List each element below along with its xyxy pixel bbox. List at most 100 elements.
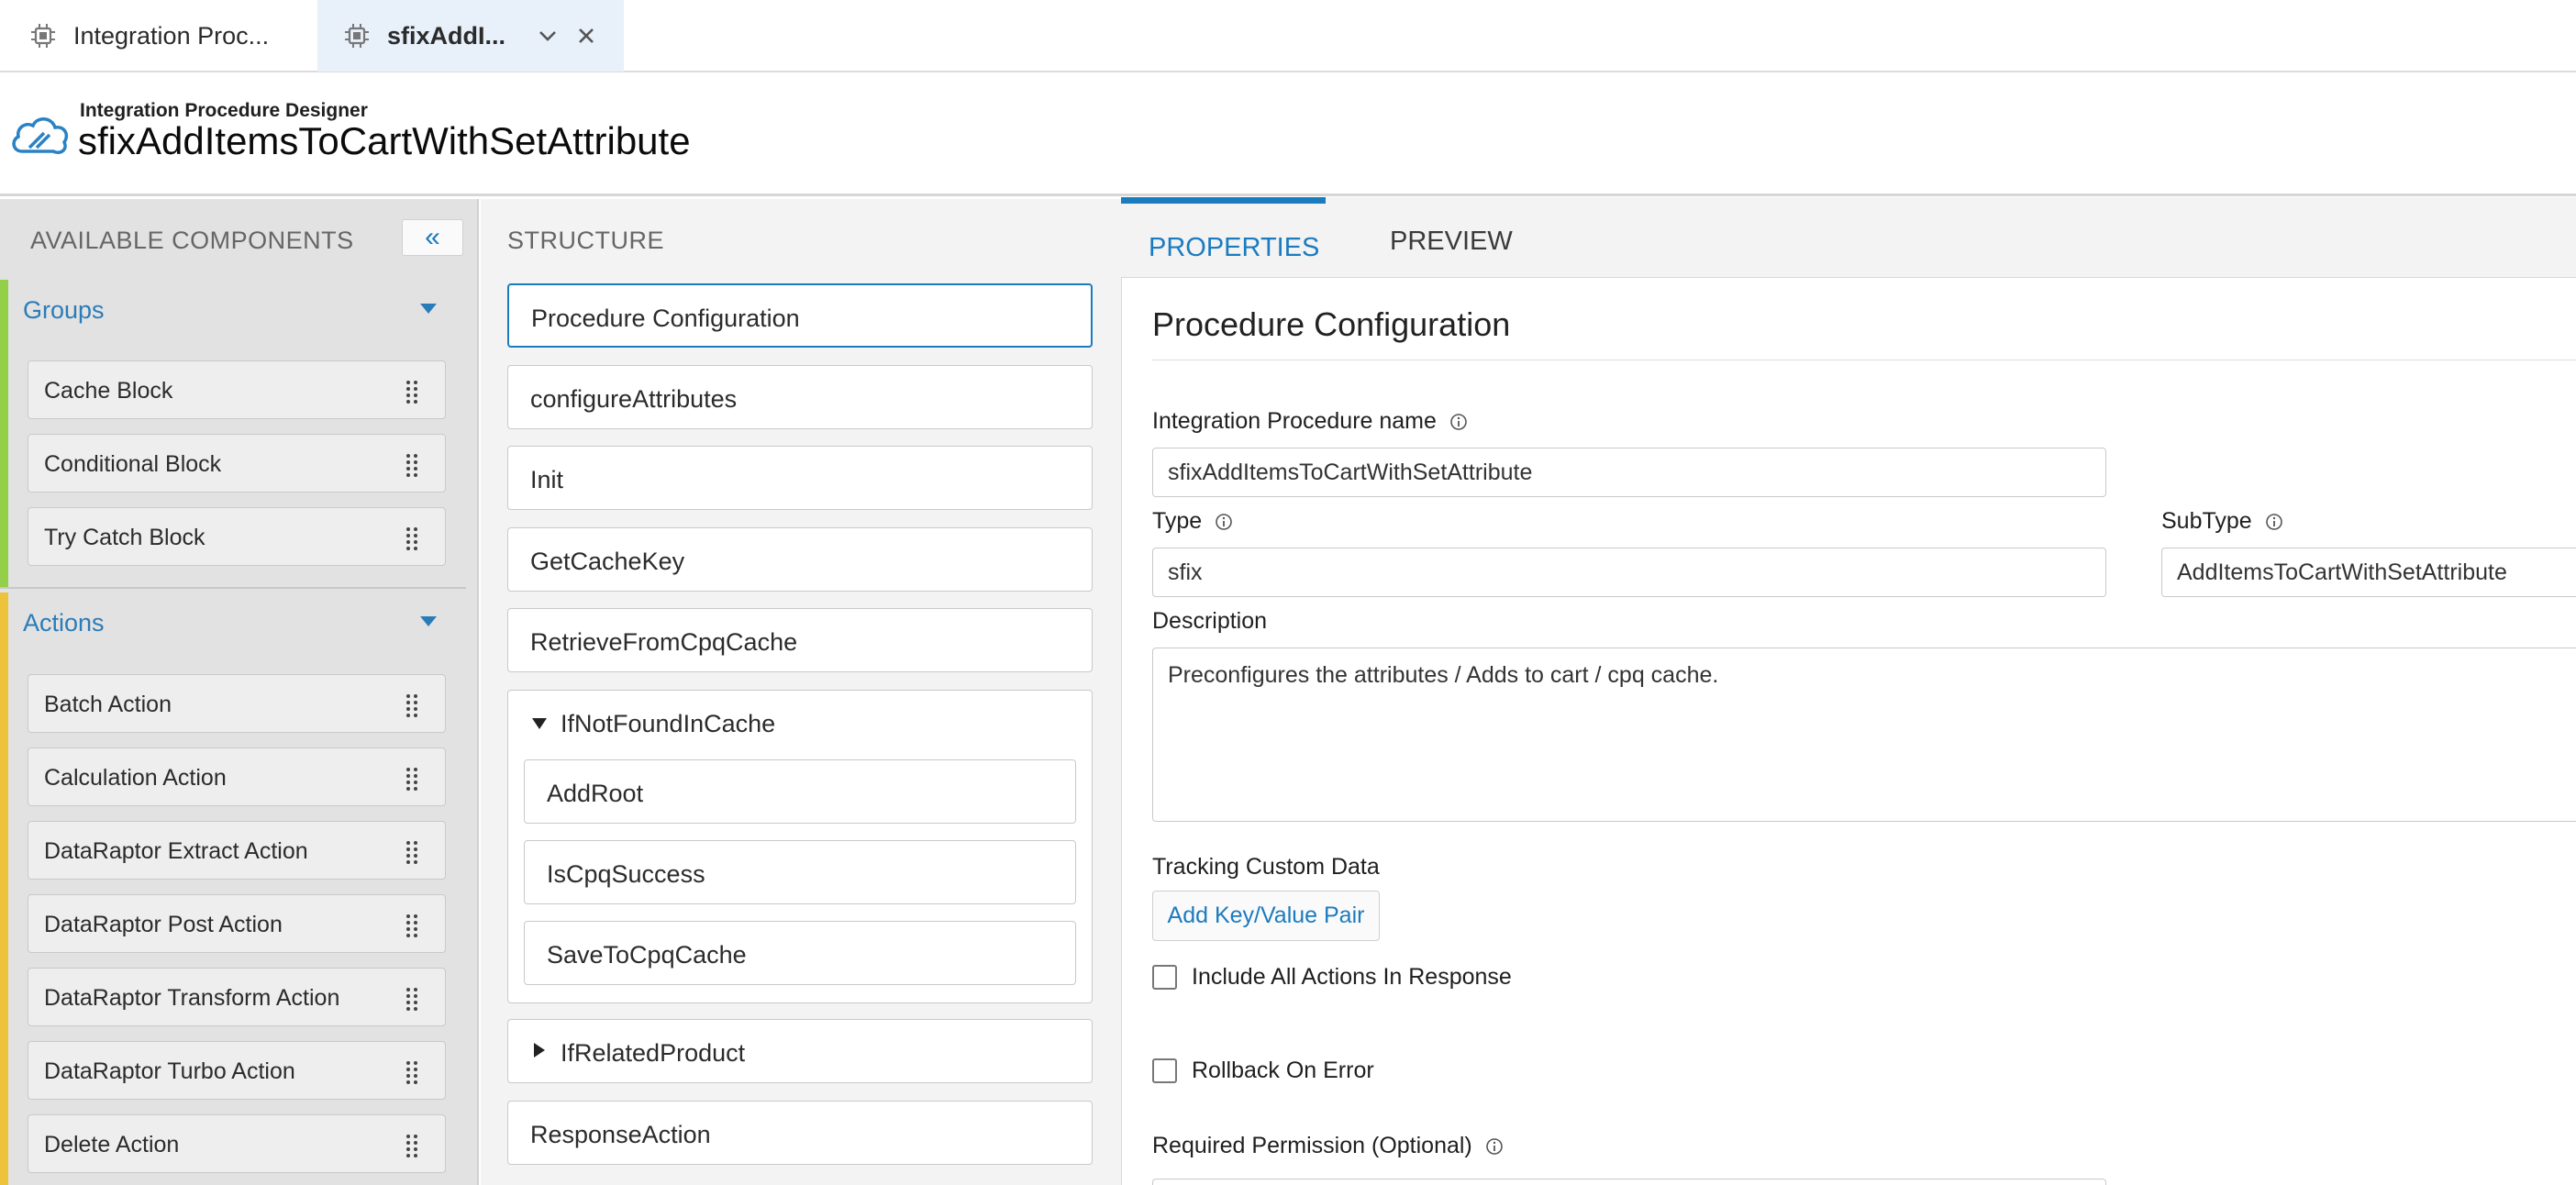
structure-title: STRUCTURE [507,227,664,254]
groups-section: Groups Cache Block Conditional Block Try… [0,280,466,587]
type-input[interactable]: sfix [1152,548,2106,597]
procedure-name-label: Integration Procedure name [1152,408,1468,435]
caret-down-icon[interactable] [420,616,437,626]
drag-handle-icon[interactable] [405,1134,419,1157]
properties-title: Procedure Configuration [1152,305,1511,343]
section-divider [0,587,466,589]
structure-item-label: GetCacheKey [530,548,685,575]
structure-item-label: Procedure Configuration [531,305,800,332]
structure-item-configure-attributes[interactable]: configureAttributes [507,365,1093,429]
structure-group-label: IfNotFoundInCache [561,710,776,737]
tab-bar: Integration Proc... sfixAddI... [0,0,2576,72]
label-text: SubType [2161,508,2252,534]
procedure-name-input[interactable]: sfixAddItemsToCartWithSetAttribute [1152,448,2106,497]
include-all-actions-checkbox[interactable] [1152,965,1177,990]
label-text: Tracking Custom Data [1152,854,1380,880]
info-icon[interactable] [2265,513,2283,531]
page-header: Integration Procedure Designer sfixAddIt… [0,72,2576,196]
info-icon[interactable] [1215,513,1233,531]
close-icon[interactable] [572,22,600,50]
component-dataraptor-extract-action[interactable]: DataRaptor Extract Action [28,821,446,880]
type-label: Type [1152,508,1233,535]
structure-item-response-action[interactable]: ResponseAction [507,1101,1093,1165]
label-text: Description [1152,608,1268,634]
info-icon[interactable] [1449,413,1468,431]
drag-handle-icon[interactable] [405,1060,419,1084]
structure-item-is-cpq-success[interactable]: IsCpqSuccess [524,840,1076,904]
page-title: sfixAddItemsToCartWithSetAttribute [78,119,691,162]
tab-preview[interactable]: PREVIEW [1121,197,1580,278]
structure-group-if-not-found-in-cache[interactable]: IfNotFoundInCache AddRoot IsCpqSuccess S… [507,690,1093,1003]
info-icon[interactable] [1485,1137,1504,1156]
structure-item-label: IsCpqSuccess [547,860,705,888]
component-conditional-block[interactable]: Conditional Block [28,434,446,493]
available-components-panel: AVAILABLE COMPONENTS « Groups Cache Bloc… [0,199,479,1185]
collapse-triangle-icon[interactable] [534,1043,545,1058]
drag-handle-icon[interactable] [405,526,419,550]
label-text: Type [1152,508,1203,534]
structure-item-label: SaveToCpqCache [547,941,747,969]
structure-item-add-root[interactable]: AddRoot [524,759,1076,824]
description-textarea[interactable]: Preconfigures the attributes / Adds to c… [1152,648,2576,822]
include-all-actions-row: Include All Actions In Response [1152,964,1512,991]
component-dataraptor-turbo-action[interactable]: DataRaptor Turbo Action [28,1041,446,1100]
section-title-actions[interactable]: Actions [23,609,105,637]
properties-body: Procedure Configuration Integration Proc… [1121,277,2576,1185]
section-title-groups[interactable]: Groups [23,296,105,325]
drag-handle-icon[interactable] [405,767,419,791]
subtype-input[interactable]: AddItemsToCartWithSetAttribute [2161,548,2576,597]
structure-item-label: configureAttributes [530,385,738,413]
drag-handle-icon[interactable] [405,914,419,937]
properties-panel: PROPERTIES PREVIEW Procedure Configurati… [1121,197,2576,1185]
structure-item-save-to-cpq-cache[interactable]: SaveToCpqCache [524,921,1076,985]
description-label: Description [1152,608,1267,635]
structure-item-procedure-configuration[interactable]: Procedure Configuration [507,283,1093,348]
required-permission-input[interactable] [1152,1179,2106,1185]
structure-panel: STRUCTURE Procedure Configuration config… [481,199,1121,1185]
tab-title: sfixAddI... [387,21,506,50]
tab-integration-procedure[interactable]: Integration Proc... [0,0,284,72]
drag-handle-icon[interactable] [405,453,419,477]
drag-handle-icon[interactable] [405,380,419,404]
component-delete-action[interactable]: Delete Action [28,1114,446,1173]
structure-item-label: AddRoot [547,780,644,807]
structure-group-label: IfRelatedProduct [561,1039,746,1067]
required-permission-label: Required Permission (Optional) [1152,1133,1504,1159]
component-batch-action[interactable]: Batch Action [28,674,446,733]
component-label: Calculation Action [44,765,227,791]
tracking-custom-data-label: Tracking Custom Data [1152,854,1380,880]
collapse-panel-button[interactable]: « [402,219,463,256]
chip-icon [343,22,371,50]
structure-item-retrieve-from-cpq-cache[interactable]: RetrieveFromCpqCache [507,608,1093,672]
actions-section: Actions Batch Action Calculation Action … [0,592,466,1185]
rollback-on-error-row: Rollback On Error [1152,1058,1374,1084]
drag-handle-icon[interactable] [405,987,419,1011]
caret-down-icon[interactable] [420,304,437,314]
label-text: Required Permission (Optional) [1152,1133,1472,1158]
chevron-down-icon[interactable] [534,22,561,50]
component-calculation-action[interactable]: Calculation Action [28,748,446,806]
structure-group-if-related-product[interactable]: IfRelatedProduct [507,1019,1093,1083]
structure-item-init[interactable]: Init [507,446,1093,510]
component-dataraptor-post-action[interactable]: DataRaptor Post Action [28,894,446,953]
chip-icon [29,22,57,50]
checkbox-label: Rollback On Error [1192,1058,1374,1083]
checkbox-label: Include All Actions In Response [1192,964,1512,990]
component-cache-block[interactable]: Cache Block [28,360,446,419]
panel-title: AVAILABLE COMPONENTS [30,227,354,254]
double-chevron-left-icon: « [425,222,440,252]
expand-triangle-icon[interactable] [532,718,547,729]
structure-item-get-cache-key[interactable]: GetCacheKey [507,527,1093,592]
structure-item-label: RetrieveFromCpqCache [530,628,798,656]
component-dataraptor-transform-action[interactable]: DataRaptor Transform Action [28,968,446,1026]
drag-handle-icon[interactable] [405,693,419,717]
tab-sfix-procedure[interactable]: sfixAddI... [317,0,624,72]
component-label: Try Catch Block [44,525,205,550]
component-label: Cache Block [44,378,173,404]
component-try-catch-block[interactable]: Try Catch Block [28,507,446,566]
structure-item-label: Init [530,466,564,493]
rollback-on-error-checkbox[interactable] [1152,1058,1177,1083]
tab-label: PREVIEW [1390,227,1513,256]
drag-handle-icon[interactable] [405,840,419,864]
add-key-value-pair-button[interactable]: Add Key/Value Pair [1152,891,1380,941]
